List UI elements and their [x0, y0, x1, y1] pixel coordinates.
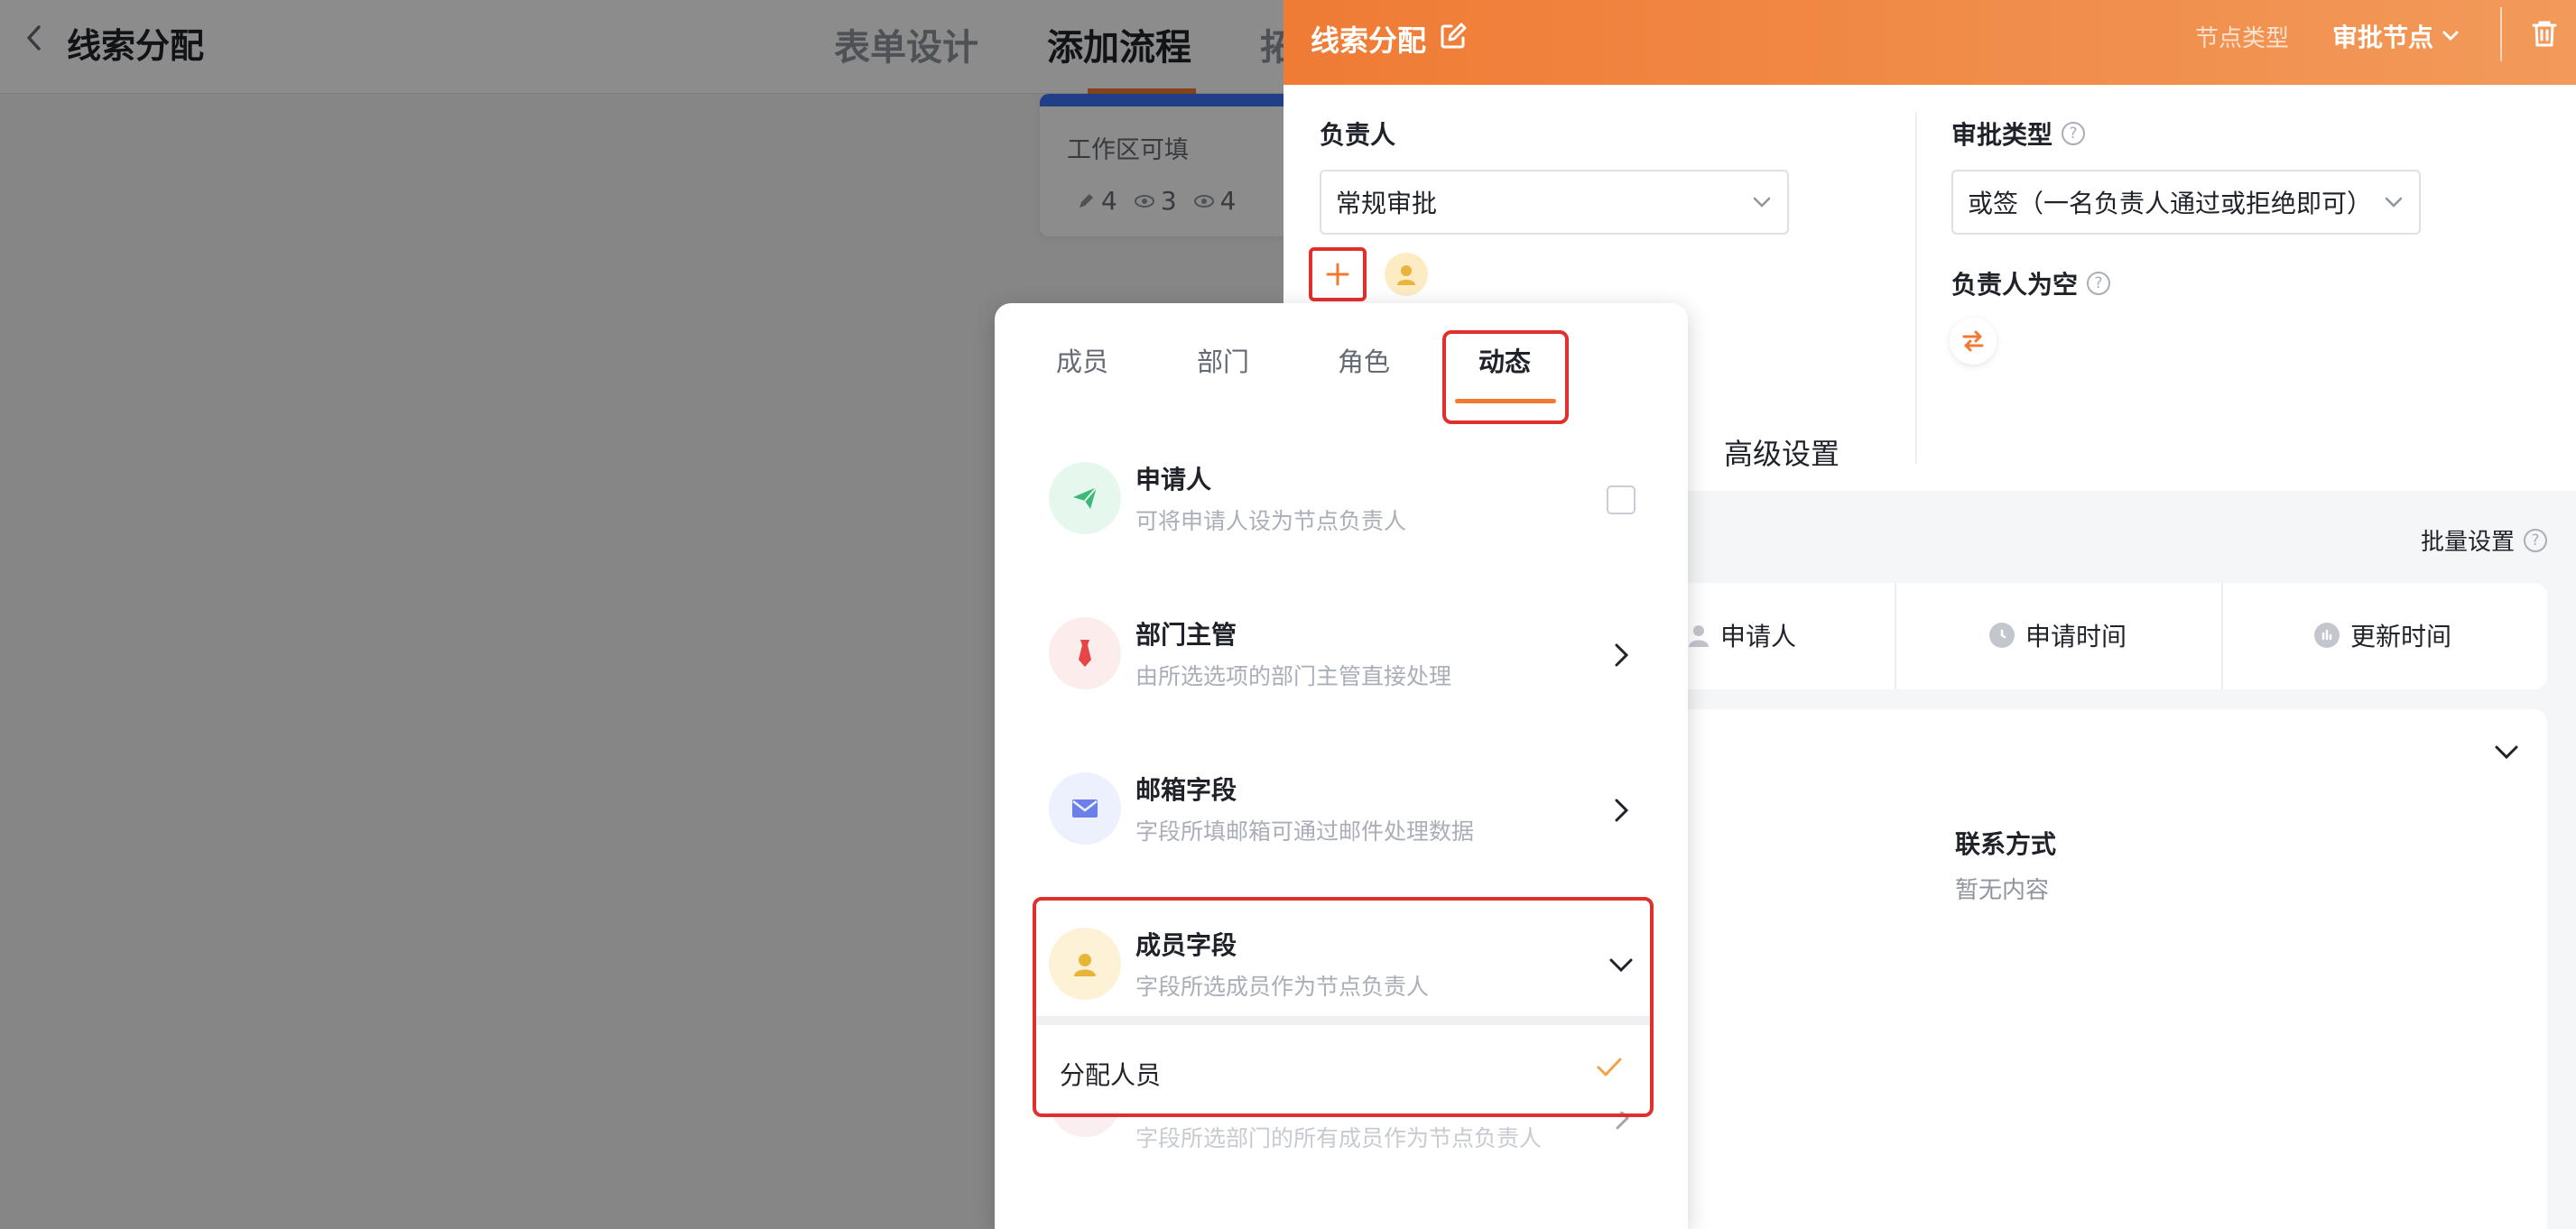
trash-icon[interactable] — [2529, 18, 2560, 49]
swap-button[interactable] — [1950, 318, 1997, 365]
assignee-type-value: 常规审批 — [1336, 189, 1438, 218]
chevron-down-icon — [2442, 31, 2459, 42]
option-title: 部门主管 — [1135, 620, 1237, 650]
column-update-time-label: 更新时间 — [2350, 622, 2452, 651]
node-type-label: 节点类型 — [2195, 25, 2290, 52]
contact-label: 联系方式 — [1955, 829, 2057, 859]
tab-departments[interactable]: 部门 — [1197, 341, 1249, 379]
column-separator — [1895, 583, 1896, 689]
approval-type-value: 或签（一名负责人通过或拒绝即可） — [1968, 189, 2373, 218]
assignee-type-select[interactable]: 常规审批 — [1320, 170, 1789, 235]
swap-icon — [1962, 330, 1984, 352]
send-icon — [1049, 462, 1121, 534]
column-applicant-label: 申请人 — [1720, 622, 1797, 651]
edit-icon[interactable] — [1439, 22, 1468, 51]
option-email-field[interactable]: 邮箱字段 字段所填邮箱可通过邮件处理数据 — [995, 758, 1688, 893]
user-icon — [1397, 265, 1415, 285]
highlight-frame — [1442, 330, 1569, 424]
chevron-down-icon[interactable] — [2493, 738, 2520, 765]
checkbox-icon — [1607, 485, 1635, 514]
assignee-label: 负责人 — [1320, 116, 1395, 152]
chevron-down-icon — [2385, 197, 2403, 208]
empty-assignee-label-text: 负责人为空 — [1951, 270, 2079, 300]
option-desc: 字段所填邮箱可通过邮件处理数据 — [1135, 818, 1475, 845]
contact-value: 暂无内容 — [1955, 877, 2050, 904]
option-title: 邮箱字段 — [1135, 775, 1237, 805]
node-type-select[interactable]: 审批节点 — [2332, 18, 2459, 54]
chevron-down-icon — [1753, 197, 1771, 208]
hidden-option-desc: 字段所选部门的所有成员作为节点负责人 — [1135, 1125, 1543, 1151]
approval-type-label-text: 审批类型 — [1951, 120, 2053, 150]
clock-icon — [1989, 623, 2015, 648]
option-desc: 可将申请人设为节点负责人 — [1135, 508, 1407, 534]
active-tab-underline — [1455, 399, 1556, 403]
tab-members[interactable]: 成员 — [1056, 341, 1108, 379]
mail-icon — [1049, 772, 1121, 845]
option-dept-manager[interactable]: 部门主管 由所选选项的部门主管直接处理 — [995, 603, 1688, 738]
column-apply-time-label: 申请时间 — [2025, 622, 2127, 651]
panel-divider — [1915, 112, 1917, 464]
tab-advanced-settings[interactable]: 高级设置 — [1724, 431, 1839, 473]
column-separator — [2221, 583, 2223, 689]
assignee-label-text: 负责人 — [1320, 120, 1396, 150]
option-applicant[interactable]: 申请人 可将申请人设为节点负责人 — [995, 448, 1688, 583]
highlight-frame — [1033, 897, 1654, 1117]
update-time-icon — [2314, 623, 2340, 648]
approval-type-select[interactable]: 或签（一名负责人通过或拒绝即可） — [1951, 170, 2421, 235]
header-divider — [2500, 7, 2502, 61]
approval-type-label: 审批类型 ? — [1951, 116, 2086, 152]
batch-setting-text: 批量设置 — [2421, 529, 2516, 556]
add-assignee-button[interactable] — [1309, 247, 1367, 301]
batch-setting-link[interactable]: 批量设置 ? — [2421, 523, 2548, 557]
column-applicant[interactable]: 申请人 — [1688, 615, 1796, 655]
column-update-time[interactable]: 更新时间 — [2314, 615, 2451, 655]
help-icon[interactable]: ? — [2524, 528, 2548, 552]
help-icon[interactable]: ? — [2087, 272, 2111, 295]
plus-icon — [1326, 263, 1349, 286]
help-icon[interactable]: ? — [2062, 122, 2086, 145]
user-icon — [1689, 625, 1709, 647]
assignee-avatar[interactable] — [1385, 253, 1428, 296]
chevron-right-icon — [1605, 794, 1637, 827]
empty-assignee-label: 负责人为空 ? — [1951, 265, 2111, 301]
drawer-title: 线索分配 — [1311, 23, 1427, 58]
drawer-header: 线索分配 节点类型 审批节点 — [1283, 0, 2576, 85]
node-type-value: 审批节点 — [2332, 23, 2434, 52]
applicant-checkbox[interactable] — [1605, 484, 1637, 516]
tab-roles[interactable]: 角色 — [1338, 341, 1390, 379]
option-desc: 由所选选项的部门主管直接处理 — [1135, 663, 1452, 689]
assignee-picker-popover: 成员 部门 角色 动态 申请人 可将申请人设为节点负责人 部门主管 由所选选项的… — [995, 303, 1688, 1229]
chevron-right-icon — [1605, 639, 1637, 671]
option-title: 申请人 — [1135, 465, 1212, 494]
column-apply-time[interactable]: 申请时间 — [1989, 615, 2127, 655]
tie-icon — [1049, 617, 1121, 689]
